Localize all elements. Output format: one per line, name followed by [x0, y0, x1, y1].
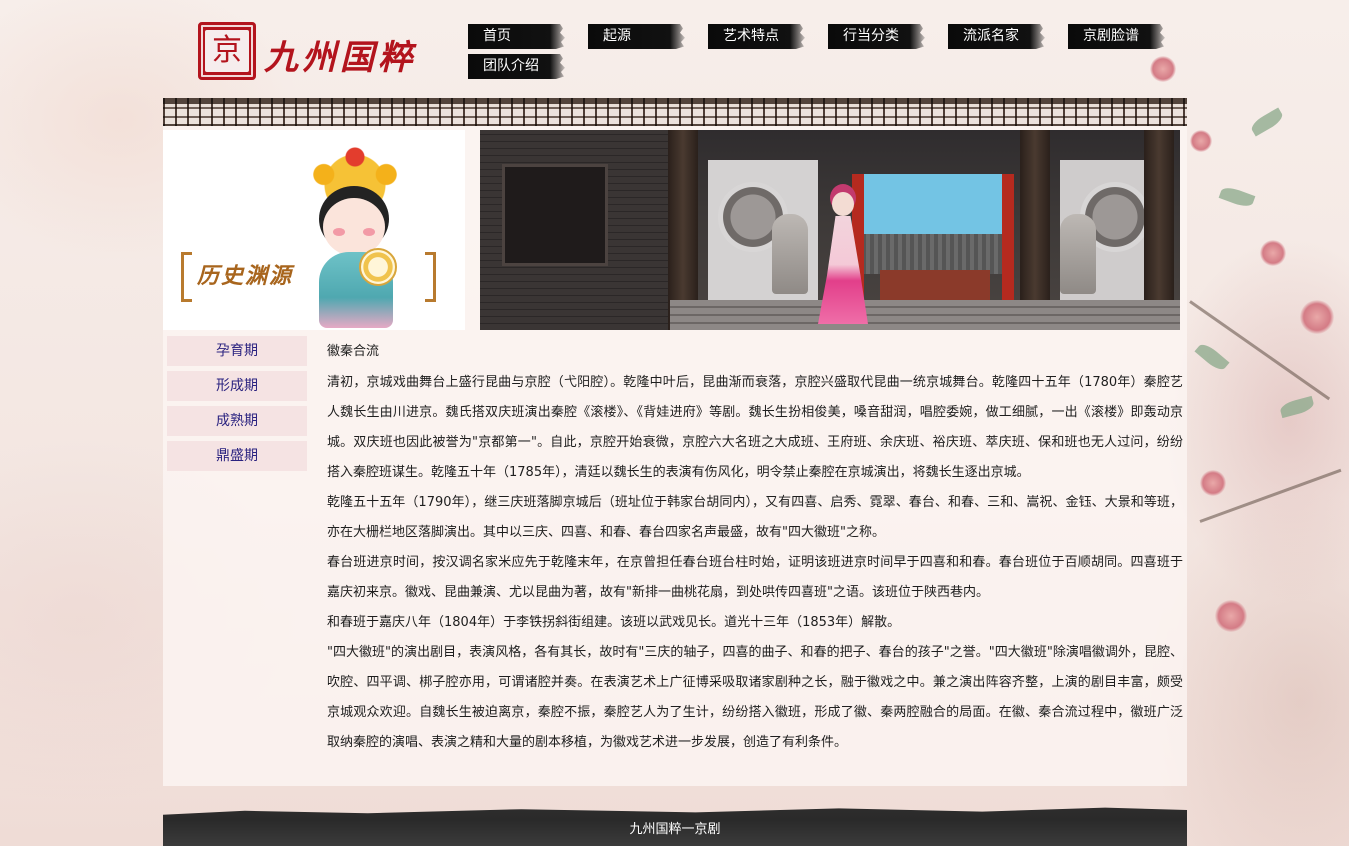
- logo-seal: 京: [198, 22, 256, 80]
- sidebar-nav: 孕育期 形成期 成熟期 鼎盛期: [167, 336, 307, 476]
- fan-icon: [359, 248, 397, 286]
- cheek-left: [333, 228, 345, 236]
- opera-headdress-illustration: [303, 136, 407, 206]
- article-title: 徽秦合流: [327, 344, 380, 359]
- stone-lion-left: [772, 214, 808, 294]
- site-logo[interactable]: 京 九州国粹: [198, 22, 433, 82]
- sidebar-item-gestation[interactable]: 孕育期: [167, 336, 307, 366]
- logo-text: 九州国粹: [264, 38, 416, 78]
- performer-head: [832, 192, 854, 216]
- sidebar-item-maturity[interactable]: 成熟期: [167, 406, 307, 436]
- photo-gate-right: [1002, 174, 1014, 304]
- bracket-right: [425, 252, 436, 302]
- section-title: 历史渊源: [197, 263, 294, 289]
- decorative-border: [163, 98, 1187, 126]
- hero-photo: [480, 130, 1180, 330]
- logo-seal-char: 京: [205, 30, 249, 72]
- nav-item-team[interactable]: 团队介绍: [468, 54, 565, 79]
- article-paragraph: 和春班于嘉庆八年（1804年）于李铁拐斜街组建。该班以武戏见长。道光十三年（18…: [327, 615, 901, 630]
- article-content: 徽秦合流 清初，京城戏曲舞台上盛行昆曲与京腔（弋阳腔）。乾隆中叶后，昆曲渐而衰落…: [327, 338, 1183, 758]
- photo-steps: [670, 300, 1180, 330]
- footer-text: 九州国粹一京剧: [629, 822, 721, 837]
- nav-item-facial-masks[interactable]: 京剧脸谱: [1068, 24, 1165, 49]
- cheek-right: [363, 228, 375, 236]
- section-banner: 历史渊源: [163, 130, 465, 330]
- bracket-left: [181, 252, 192, 302]
- photo-roof: [862, 234, 1002, 274]
- article-paragraph: 春台班进京时间，按汉调名家米应先于乾隆末年，在京曾担任春台班台柱时始，证明该班进…: [327, 555, 1183, 600]
- main-container: 历史渊源 孕育期 形成期 成熟期 鼎盛期 徽秦合流 清初，京城戏曲舞台上盛行昆曲…: [163, 98, 1187, 786]
- article-paragraph: 乾隆五十五年（1790年），继三庆班落脚京城后（班址位于韩家台胡同内），又有四喜…: [327, 495, 1183, 540]
- nav-item-origin[interactable]: 起源: [588, 24, 685, 49]
- article-paragraph: "四大徽班"的演出剧目，表演风格，各有其长，故时有"三庆的轴子，四喜的曲子、和春…: [327, 645, 1183, 750]
- stone-lion-right: [1060, 214, 1096, 294]
- footer: 九州国粹一京剧: [163, 807, 1187, 846]
- nav-item-art-features[interactable]: 艺术特点: [708, 24, 805, 49]
- sidebar-item-formation[interactable]: 形成期: [167, 371, 307, 401]
- nav-item-role-types[interactable]: 行当分类: [828, 24, 925, 49]
- nav-item-schools-masters[interactable]: 流派名家: [948, 24, 1045, 49]
- sidebar-item-heyday[interactable]: 鼎盛期: [167, 441, 307, 471]
- photo-window: [502, 164, 608, 266]
- article-paragraph: 清初，京城戏曲舞台上盛行昆曲与京腔（弋阳腔）。乾隆中叶后，昆曲渐而衰落，京腔兴盛…: [327, 375, 1183, 480]
- nav-item-home[interactable]: 首页: [468, 24, 565, 49]
